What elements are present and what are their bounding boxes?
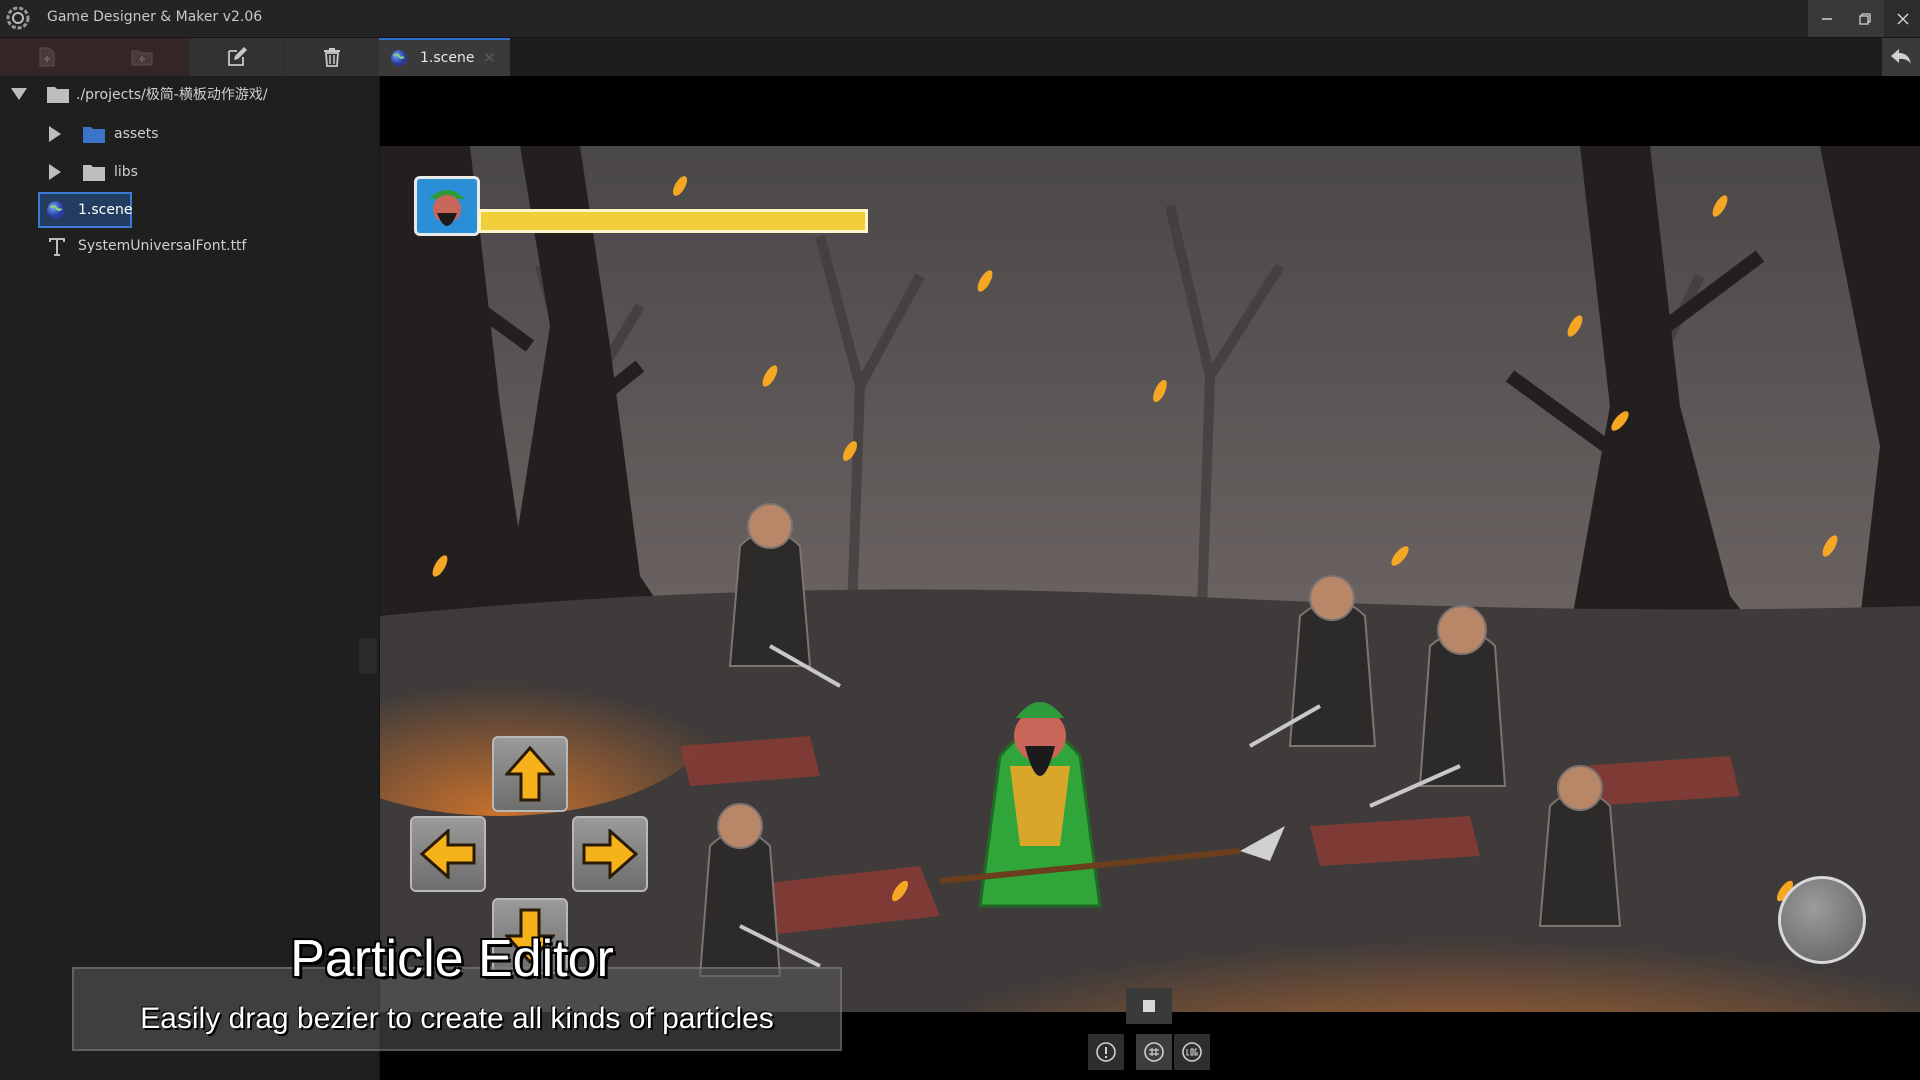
maximize-button[interactable] — [1846, 0, 1884, 37]
caret-right-icon[interactable] — [48, 125, 62, 143]
new-folder-button[interactable] — [95, 38, 189, 76]
tree-item-assets[interactable]: assets — [48, 118, 159, 150]
folder-icon — [83, 165, 105, 181]
log-icon — [1182, 1042, 1202, 1062]
app-title: Game Designer & Maker v2.06 — [47, 9, 263, 25]
attack-button[interactable] — [1778, 876, 1866, 964]
undo-arrow-icon — [1891, 49, 1911, 64]
tree-item-label: libs — [114, 164, 138, 180]
dpad-right-button[interactable] — [572, 816, 648, 892]
tree-item-label: 1.scene — [78, 202, 133, 218]
tree-item-1-scene[interactable]: 1.scene — [46, 194, 132, 226]
info-icon — [1096, 1042, 1116, 1062]
delete-icon — [324, 48, 340, 67]
right-arrow-icon — [582, 829, 638, 879]
panel-splitter-handle[interactable] — [359, 638, 377, 674]
dpad-up-button[interactable] — [492, 736, 568, 812]
scene-globe-icon — [391, 50, 407, 66]
minimize-icon — [1822, 17, 1832, 20]
hero-face-icon — [417, 179, 477, 233]
edit-icon — [228, 47, 247, 66]
explorer-toolbar — [0, 38, 379, 76]
scene-globe-icon — [47, 201, 65, 219]
tree-item-label: assets — [114, 126, 159, 142]
font-file-icon — [49, 238, 65, 256]
edit-button[interactable] — [190, 38, 284, 76]
tab-1-scene[interactable]: 1.scene ✕ — [379, 38, 510, 76]
log-button[interactable] — [1174, 1034, 1210, 1070]
tree-root-label: ./projects/极简-横板动作游戏/ — [76, 87, 268, 103]
caret-right-icon[interactable] — [48, 163, 62, 181]
folder-icon — [47, 87, 69, 103]
tree-item-font[interactable]: SystemUniversalFont.ttf — [48, 230, 246, 262]
restore-icon — [1859, 12, 1871, 25]
delete-button[interactable] — [285, 38, 379, 76]
close-icon — [1897, 12, 1909, 25]
tree-item-libs[interactable]: libs — [48, 156, 138, 188]
health-bar — [478, 209, 868, 233]
minimize-button[interactable] — [1808, 0, 1846, 37]
new-file-button[interactable] — [0, 38, 94, 76]
caret-down-icon[interactable] — [10, 87, 28, 101]
new-folder-icon — [131, 50, 153, 66]
tab-close-icon[interactable]: ✕ — [483, 40, 496, 76]
player-portrait — [414, 176, 480, 236]
new-file-icon — [39, 47, 55, 67]
up-arrow-icon — [505, 746, 555, 802]
left-arrow-icon — [420, 829, 476, 879]
tree-root[interactable]: ./projects/极简-横板动作游戏/ — [10, 78, 268, 110]
grid-toggle-icon — [1144, 1042, 1164, 1062]
tree-item-label: SystemUniversalFont.ttf — [78, 238, 247, 254]
stop-button[interactable] — [1126, 988, 1172, 1024]
caption-title: Particle Editor — [290, 930, 614, 988]
editor-tabs: 1.scene ✕ — [379, 38, 1920, 76]
tab-label: 1.scene — [420, 50, 475, 66]
title-bar: Game Designer & Maker v2.06 — [0, 0, 1920, 38]
info-button[interactable] — [1088, 1034, 1124, 1070]
back-button[interactable] — [1882, 38, 1920, 76]
caption-subtitle: Easily drag bezier to create all kinds o… — [140, 1002, 774, 1035]
dpad-left-button[interactable] — [410, 816, 486, 892]
close-button[interactable] — [1884, 0, 1920, 37]
folder-blue-icon — [83, 127, 105, 143]
stop-icon — [1143, 1000, 1155, 1012]
stats-button[interactable] — [1136, 1034, 1172, 1070]
game-scene[interactable] — [380, 146, 1920, 1012]
app-logo-icon — [6, 6, 30, 30]
